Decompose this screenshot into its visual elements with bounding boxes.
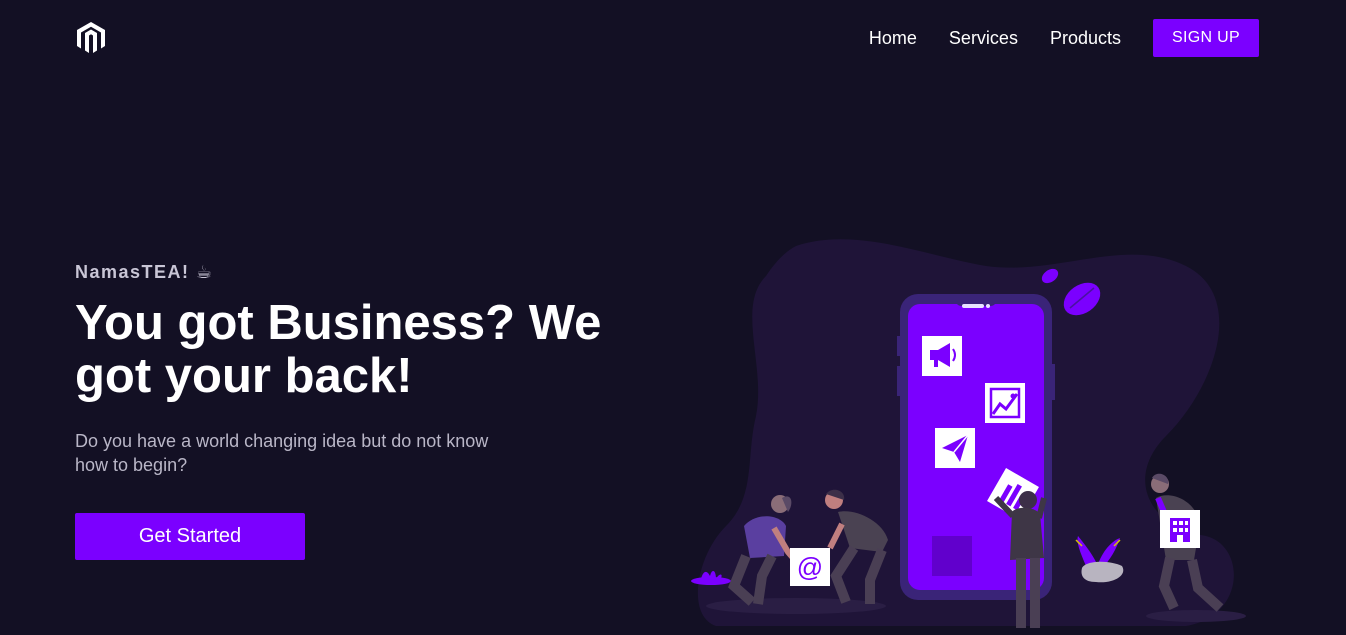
svg-text:@: @ <box>797 552 823 582</box>
megaphone-icon <box>922 336 962 376</box>
nav-link-home[interactable]: Home <box>869 28 917 49</box>
hero-tagline: NamasTEA! ☕ <box>75 262 214 282</box>
navbar: Home Services Products SIGN UP <box>0 0 1346 76</box>
hero-illustration: @ <box>686 236 1246 635</box>
hero-subtext: Do you have a world changing idea but do… <box>75 431 489 475</box>
hero-headline: You got Business? We got your back! <box>75 296 602 403</box>
nav-link-services[interactable]: Services <box>949 28 1018 49</box>
paper-plane-icon <box>935 428 975 468</box>
chart-icon <box>985 383 1025 423</box>
nav-link-products[interactable]: Products <box>1050 28 1121 49</box>
at-sign-icon: @ <box>790 548 830 586</box>
signup-button[interactable]: SIGN UP <box>1153 19 1259 57</box>
building-icon <box>1160 510 1200 548</box>
magento-logo-icon[interactable] <box>75 21 107 55</box>
get-started-button[interactable]: Get Started <box>75 513 305 560</box>
nav-links: Home Services Products SIGN UP <box>869 19 1259 57</box>
hero-section: NamasTEA! ☕ You got Business? We got you… <box>75 262 635 560</box>
